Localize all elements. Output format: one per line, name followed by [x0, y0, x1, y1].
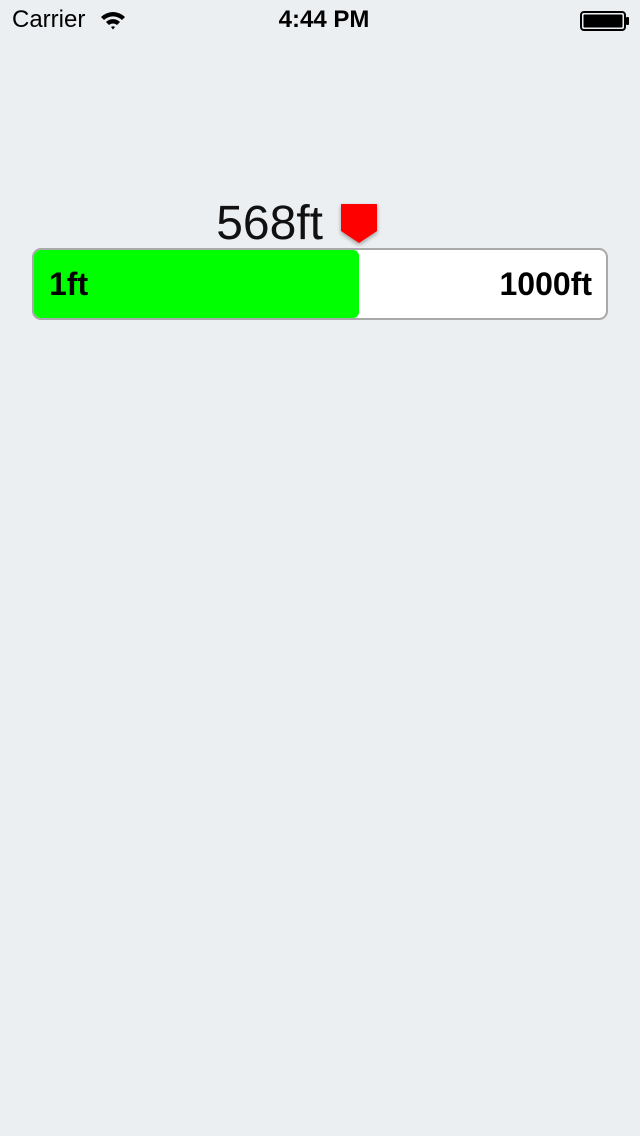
pin-marker-icon[interactable] — [337, 201, 381, 247]
slider-value-label: 568ft — [216, 197, 323, 250]
slider-max-label: 1000ft — [499, 266, 593, 302]
status-bar: Carrier 4:44 PM — [0, 0, 640, 40]
clock: 4:44 PM — [278, 6, 370, 33]
slider-track[interactable]: 1ft 1000ft — [32, 248, 608, 320]
slider-min-label: 1ft — [49, 266, 89, 302]
battery-icon — [580, 11, 629, 31]
